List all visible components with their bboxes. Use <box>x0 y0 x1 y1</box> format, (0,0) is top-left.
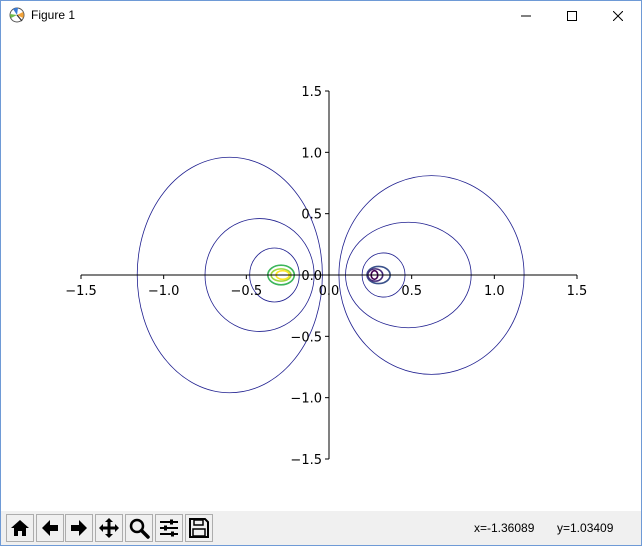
x-coordinate-readout: x=-1.36089 <box>474 521 535 535</box>
home-button[interactable] <box>6 514 34 542</box>
close-button[interactable] <box>595 1 641 31</box>
y-tick-label: −0.5 <box>290 330 322 345</box>
navigation-toolbar: x=-1.36089 y=1.03409 <box>1 511 641 545</box>
close-icon <box>613 11 623 21</box>
x-tick-label: 0.5 <box>401 284 422 299</box>
window-title: Figure 1 <box>31 8 76 22</box>
y-tick-label: 1.0 <box>301 146 322 161</box>
contour-chart: −1.5 −1.0 −0.5 0.0 0.5 1.0 1.5 1.5 1.0 0.5 0.0 −0.5… <box>65 85 588 468</box>
y-tick-label: −1.0 <box>290 392 322 407</box>
matplotlib-icon <box>9 7 25 23</box>
pan-icon <box>99 518 119 538</box>
forward-arrow-icon <box>71 520 87 536</box>
x-tick-label: −1.5 <box>65 284 97 299</box>
back-arrow-icon <box>42 520 58 536</box>
minimize-icon <box>521 15 531 17</box>
zoom-button[interactable] <box>125 514 153 542</box>
save-icon <box>189 518 209 538</box>
subplots-button[interactable] <box>155 514 183 542</box>
home-icon <box>11 520 29 536</box>
forward-button[interactable] <box>65 514 93 542</box>
title-bar: Figure 1 <box>1 1 641 31</box>
y-tick-label: 0.0 <box>301 269 322 284</box>
save-button[interactable] <box>185 514 213 542</box>
x-tick-label: 1.0 <box>484 284 505 299</box>
maximize-icon <box>567 11 577 21</box>
y-coordinate-readout: y=1.03409 <box>557 521 614 535</box>
back-button[interactable] <box>36 514 64 542</box>
subplots-config-icon <box>160 519 178 537</box>
zoom-icon <box>129 518 150 539</box>
x-tick-label: 0.0 <box>319 284 340 299</box>
maximize-button[interactable] <box>549 1 595 31</box>
y-tick-label: 1.5 <box>301 85 322 100</box>
x-tick-label: −1.0 <box>148 284 180 299</box>
x-tick-label: 1.5 <box>567 284 588 299</box>
pan-button[interactable] <box>95 514 123 542</box>
x-tick-label: −0.5 <box>231 284 263 299</box>
plot-canvas[interactable]: −1.5 −1.0 −0.5 0.0 0.5 1.0 1.5 1.5 1.0 0.5 0.0 −0.5… <box>1 31 641 511</box>
minimize-button[interactable] <box>503 1 549 31</box>
y-tick-label: 0.5 <box>301 208 322 223</box>
y-tick-label: −1.5 <box>290 453 322 468</box>
figure-window: Figure 1 −1.5 −1.0 −0.5 0.0 0.5 1.0 1.5 1.5 1.0 0… <box>0 0 642 546</box>
